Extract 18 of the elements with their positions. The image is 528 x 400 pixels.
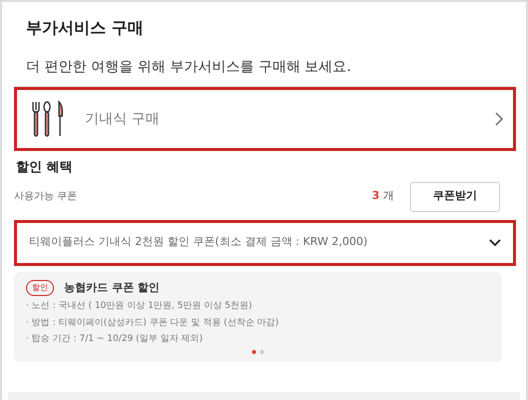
- coupon-count: 3 개: [372, 188, 394, 204]
- coupon-dropdown[interactable]: 티웨이플러스 기내식 2천원 할인 쿠폰(최소 결제 금액 : KRW 2,000): [14, 220, 516, 266]
- promo-detail: · 방법 : 티웨이페이(삼성카드) 쿠폰 다운 및 적용 (선착순 마감): [26, 316, 280, 330]
- promo-detail: · 노선 : 국내선 ( 10만원 이상 1만원, 5만원 이상 5천원): [26, 300, 254, 313]
- discount-tag: 할인: [26, 280, 54, 296]
- page-title: 부가서비스 구매: [25, 17, 145, 38]
- chevron-down-icon: [489, 238, 501, 247]
- meal-purchase-item[interactable]: 기내식 구매: [14, 87, 516, 152]
- promo-detail: · 탑승 기간 : 7/1 ~ 10/29 (일부 일자 제외): [26, 333, 204, 346]
- section-heading: 할인 혜택: [16, 159, 74, 178]
- promo-title: 농협카드 쿠폰 할인: [64, 280, 160, 296]
- chevron-right-icon: [495, 112, 503, 126]
- cutlery-icon: [31, 100, 65, 138]
- page-subtitle: 더 편안한 여행을 위해 부가서비스를 구매해 보세요.: [25, 58, 352, 78]
- page-dot[interactable]: [252, 350, 256, 354]
- get-coupon-button[interactable]: 쿠폰받기: [410, 182, 500, 212]
- coupon-label: 사용가능 쿠폰: [14, 190, 78, 204]
- page-dot[interactable]: [260, 350, 264, 354]
